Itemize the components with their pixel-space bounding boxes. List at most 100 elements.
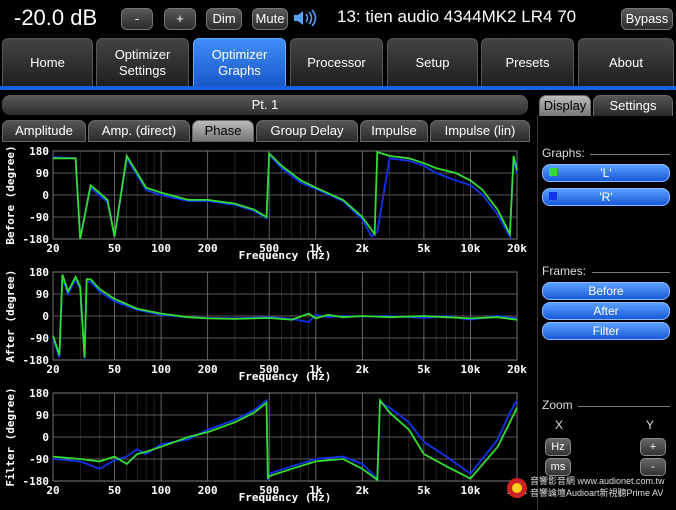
x-tick-label: 200 [198,484,218,497]
x-axis-label: Frequency (Hz) [239,249,332,261]
subtab-group-delay[interactable]: Group Delay [256,120,358,142]
tab-setup[interactable]: Setup [387,38,478,88]
divider [592,272,670,273]
x-tick-label: 50 [108,484,121,497]
x-tick-label: 20k [507,363,527,376]
divider [590,154,670,155]
preset-title: 13: tien audio 4344MK2 LR4 70 [337,7,577,26]
y-tick-label: -180 [23,354,50,367]
x-tick-label: 5k [417,363,431,376]
x-tick-label: 100 [151,363,171,376]
x-tick-label: 2k [356,484,370,497]
series-l-swatch [549,168,557,176]
x-tick-label: 20 [46,484,59,497]
tab-label: Processor [307,55,366,70]
zoom-x-label: X [555,418,564,432]
x-tick-label: 50 [108,242,121,255]
y-tick-label: -90 [29,332,49,345]
x-tick-label: 50 [108,363,121,376]
volume-readout: -20.0 dB [14,5,98,30]
y-tick-label: -180 [23,475,50,488]
tab-label: About [609,55,643,70]
frames-label: Frames: [542,264,587,278]
subtab-phase[interactable]: Phase [192,120,254,142]
x-tick-label: 20k [507,242,527,255]
watermark-line1: 音響影音網 www.audionet.com.tw [530,476,665,486]
zoom-y-in-button[interactable]: + [640,438,666,456]
sidetab-settings[interactable]: Settings [593,95,673,117]
subtab-amp-direct[interactable]: Amp. (direct) [88,120,190,142]
watermark-logo-icon [507,478,527,498]
tab-home[interactable]: Home [2,38,93,88]
x-tick-label: 100 [151,242,171,255]
watermark-line2: 音響論壇Audioart新視聽Prime AV [530,488,664,498]
graphs-label: Graphs: [542,146,585,160]
x-tick-label: 2k [356,363,370,376]
x-axis-label: Frequency (Hz) [239,491,332,504]
subtab-impulse-lin[interactable]: Impulse (lin) [430,120,530,142]
graph-r-label: 'R' [599,190,613,204]
frame-after-button[interactable]: After [542,302,670,320]
x-tick-label: 20 [46,242,59,255]
tab-label: Setup [415,55,450,70]
tab-label: Presets [505,55,550,70]
speaker-icon[interactable] [292,9,320,27]
y-tick-label: 180 [29,387,49,400]
point-header[interactable]: Pt. 1 [2,95,528,115]
y-tick-label: -90 [29,211,49,224]
mute-button[interactable]: Mute [252,8,288,30]
x-tick-label: 5k [417,484,431,497]
dim-button[interactable]: Dim [206,8,242,30]
volume-down-button[interactable]: - [121,8,153,30]
tab-optimizer-settings[interactable]: Optimizer Settings [96,38,189,88]
y-tick-label: 0 [42,310,49,323]
y-tick-label: 90 [36,167,49,180]
graph-l-button[interactable]: 'L' [542,164,670,182]
tab-presets[interactable]: Presets [481,38,574,88]
zoom-label: Zoom [542,398,573,412]
x-tick-label: 200 [198,242,218,255]
volume-up-button[interactable]: + [164,8,196,30]
watermark: 音響影音網 www.audionet.com.tw 音響論壇Audioart新視… [506,472,676,508]
x-tick-label: 5k [417,242,431,255]
tab-optimizer-graphs[interactable]: Optimizer Graphs [193,38,286,88]
y-tick-label: 180 [29,145,49,158]
tab-underline [0,86,676,90]
y-tick-label: 180 [29,266,49,279]
y-tick-label: 90 [36,409,49,422]
zoom-x-hz-button[interactable]: Hz [545,438,571,456]
tab-label: Optimizer Settings [114,47,171,78]
sidetab-display[interactable]: Display [539,95,591,117]
zoom-y-label: Y [646,418,655,432]
subtab-impulse[interactable]: Impulse [360,120,428,142]
x-tick-label: 200 [198,363,218,376]
x-tick-label: 100 [151,484,171,497]
tab-label: Home [30,55,65,70]
y-tick-label: 0 [42,431,49,444]
subtab-amplitude[interactable]: Amplitude [2,120,86,142]
x-tick-label: 10k [461,484,481,497]
y-axis-label: Filter (degree) [4,387,17,486]
frame-before-button[interactable]: Before [542,282,670,300]
y-tick-label: -90 [29,453,49,466]
y-axis-label: Before (degree) [4,145,17,244]
graph-r-button[interactable]: 'R' [542,188,670,206]
y-tick-label: 0 [42,189,49,202]
before-phase-chart: 180900-90-18020 50 100 200 500 1k 2k 5k 10k 20kFr… [4,145,527,261]
x-tick-label: 10k [461,363,481,376]
x-tick-label: 2k [356,242,370,255]
bypass-button[interactable]: Bypass [621,8,673,30]
x-tick-label: 20 [46,363,59,376]
tab-about[interactable]: About [578,38,674,88]
graph-l-label: 'L' [600,166,612,180]
y-tick-label: 90 [36,288,49,301]
frame-filter-button[interactable]: Filter [542,322,670,340]
tab-label: Optimizer Graphs [211,47,268,78]
series-r-swatch [549,192,557,200]
x-tick-label: 10k [461,242,481,255]
tab-processor[interactable]: Processor [290,38,383,88]
x-axis-label: Frequency (Hz) [239,370,332,382]
y-tick-label: -180 [23,233,50,246]
after-phase-chart: 180900-90-18020 50 100 200 500 1k 2k 5k 10k 20kFr… [4,266,527,382]
y-axis-label: After (degree) [4,270,17,363]
